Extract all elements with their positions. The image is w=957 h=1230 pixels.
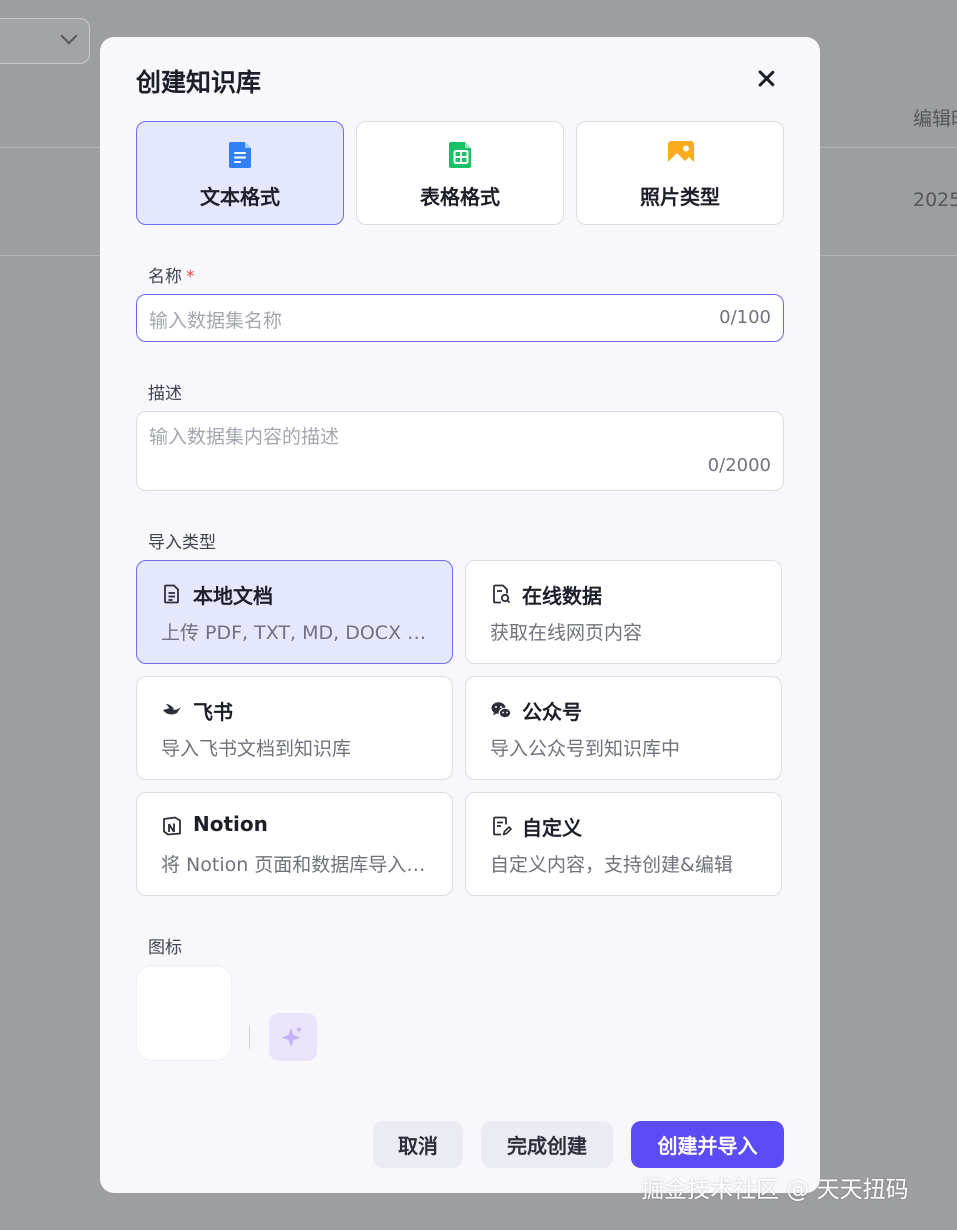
required-mark: *	[186, 267, 195, 287]
name-input-placeholder: 输入数据集名称	[149, 310, 283, 332]
format-card-label: 文本格式	[200, 185, 280, 209]
import-option-title: Notion	[193, 812, 268, 836]
text-doc-icon	[229, 142, 251, 168]
import-option-desc: 导入公众号到知识库中	[490, 738, 681, 760]
name-char-counter: 0/100	[719, 307, 771, 328]
import-option-local-docs[interactable]: 本地文档 上传 PDF, TXT, MD, DOCX 等格式的本地文件	[136, 560, 453, 664]
description-placeholder: 输入数据集内容的描述	[149, 426, 340, 448]
format-card-image[interactable]: 照片类型	[576, 121, 784, 225]
background-row-date: 2025	[913, 189, 957, 211]
import-option-online-data[interactable]: 在线数据 获取在线网页内容	[465, 560, 782, 664]
web-document-icon	[493, 584, 511, 604]
description-textarea[interactable]: 输入数据集内容的描述 0/2000	[136, 411, 784, 491]
format-card-table[interactable]: 表格格式	[356, 121, 564, 225]
format-card-label: 表格格式	[420, 185, 500, 209]
background-column-header: 编辑时	[913, 108, 957, 130]
close-icon[interactable]	[752, 65, 780, 93]
import-option-wechat[interactable]: 公众号 导入公众号到知识库中	[465, 676, 782, 780]
finish-create-button[interactable]: 完成创建	[481, 1121, 613, 1168]
sparkle-icon	[281, 1026, 303, 1047]
wechat-icon	[491, 702, 512, 719]
watermark: 掘金技术社区 @ 天天扭码	[641, 1177, 909, 1203]
format-card-text[interactable]: 文本格式	[136, 121, 344, 225]
import-option-title: 飞书	[193, 700, 233, 724]
create-and-import-button[interactable]: 创建并导入	[631, 1121, 784, 1168]
ai-generate-icon-button[interactable]	[269, 1013, 317, 1061]
table-icon	[449, 142, 471, 168]
notion-icon	[163, 816, 181, 836]
import-option-desc: 将 Notion 页面和数据库导入知识库	[161, 854, 433, 876]
name-field-label: 名称 *	[148, 267, 195, 287]
background-select	[0, 18, 90, 64]
description-char-counter: 0/2000	[707, 455, 771, 476]
cancel-button[interactable]: 取消	[373, 1121, 463, 1168]
import-option-title: 本地文档	[193, 584, 273, 608]
name-input[interactable]: 输入数据集名称 0/100	[136, 294, 784, 342]
description-field-label: 描述	[148, 384, 182, 404]
import-option-desc: 获取在线网页内容	[490, 622, 643, 644]
import-option-custom[interactable]: 自定义 自定义内容，支持创建&编辑	[465, 792, 782, 896]
image-icon	[668, 141, 694, 168]
import-option-desc: 上传 PDF, TXT, MD, DOCX 等格式的本地文件	[161, 622, 433, 644]
document-icon	[164, 584, 179, 604]
feishu-icon	[163, 704, 181, 715]
icon-field-label: 图标	[148, 938, 182, 958]
import-option-title: 自定义	[522, 816, 582, 840]
import-option-desc: 自定义内容，支持创建&编辑	[490, 854, 733, 876]
chevron-down-icon	[60, 27, 78, 45]
icon-upload-box[interactable]	[136, 965, 232, 1061]
divider	[249, 1025, 250, 1049]
import-option-title: 在线数据	[522, 584, 602, 608]
import-option-notion[interactable]: Notion 将 Notion 页面和数据库导入知识库	[136, 792, 453, 896]
format-card-label: 照片类型	[640, 185, 720, 209]
import-option-feishu[interactable]: 飞书 导入飞书文档到知识库	[136, 676, 453, 780]
dialog-title: 创建知识库	[136, 68, 262, 97]
import-option-title: 公众号	[522, 700, 582, 724]
edit-document-icon	[493, 816, 512, 836]
create-knowledge-base-dialog: 创建知识库 文本格式 表格格式 照片类型 名称 * 输入数据集名称 0/100 …	[100, 37, 820, 1193]
import-option-desc: 导入飞书文档到知识库	[161, 738, 352, 760]
import-type-label: 导入类型	[148, 533, 216, 553]
